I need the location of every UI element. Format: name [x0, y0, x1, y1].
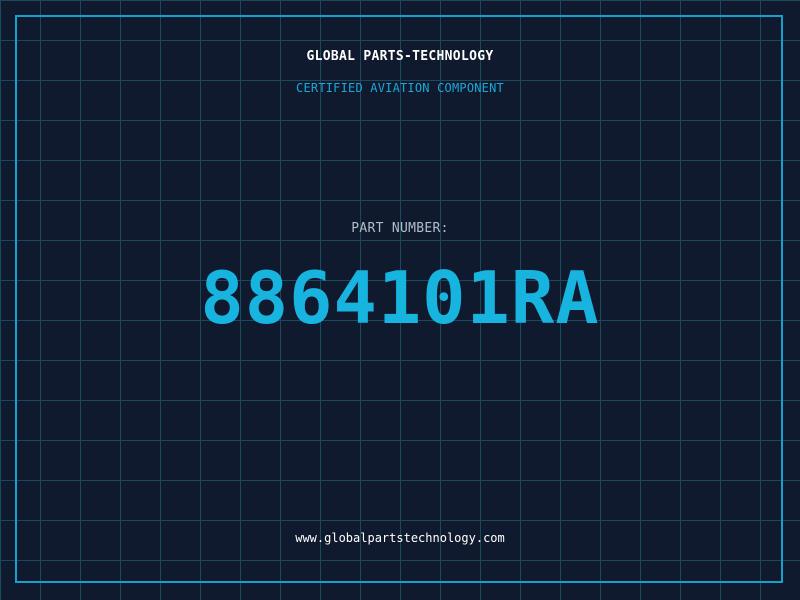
- website-link[interactable]: www.globalpartstechnology.com: [0, 531, 800, 545]
- part-number-label: PART NUMBER:: [351, 221, 449, 236]
- part-number-value: 8864101RA: [200, 256, 600, 340]
- company-name: GLOBAL PARTS-TECHNOLOGY: [306, 49, 494, 64]
- component-subtitle: CERTIFIED AVIATION COMPONENT: [296, 81, 504, 95]
